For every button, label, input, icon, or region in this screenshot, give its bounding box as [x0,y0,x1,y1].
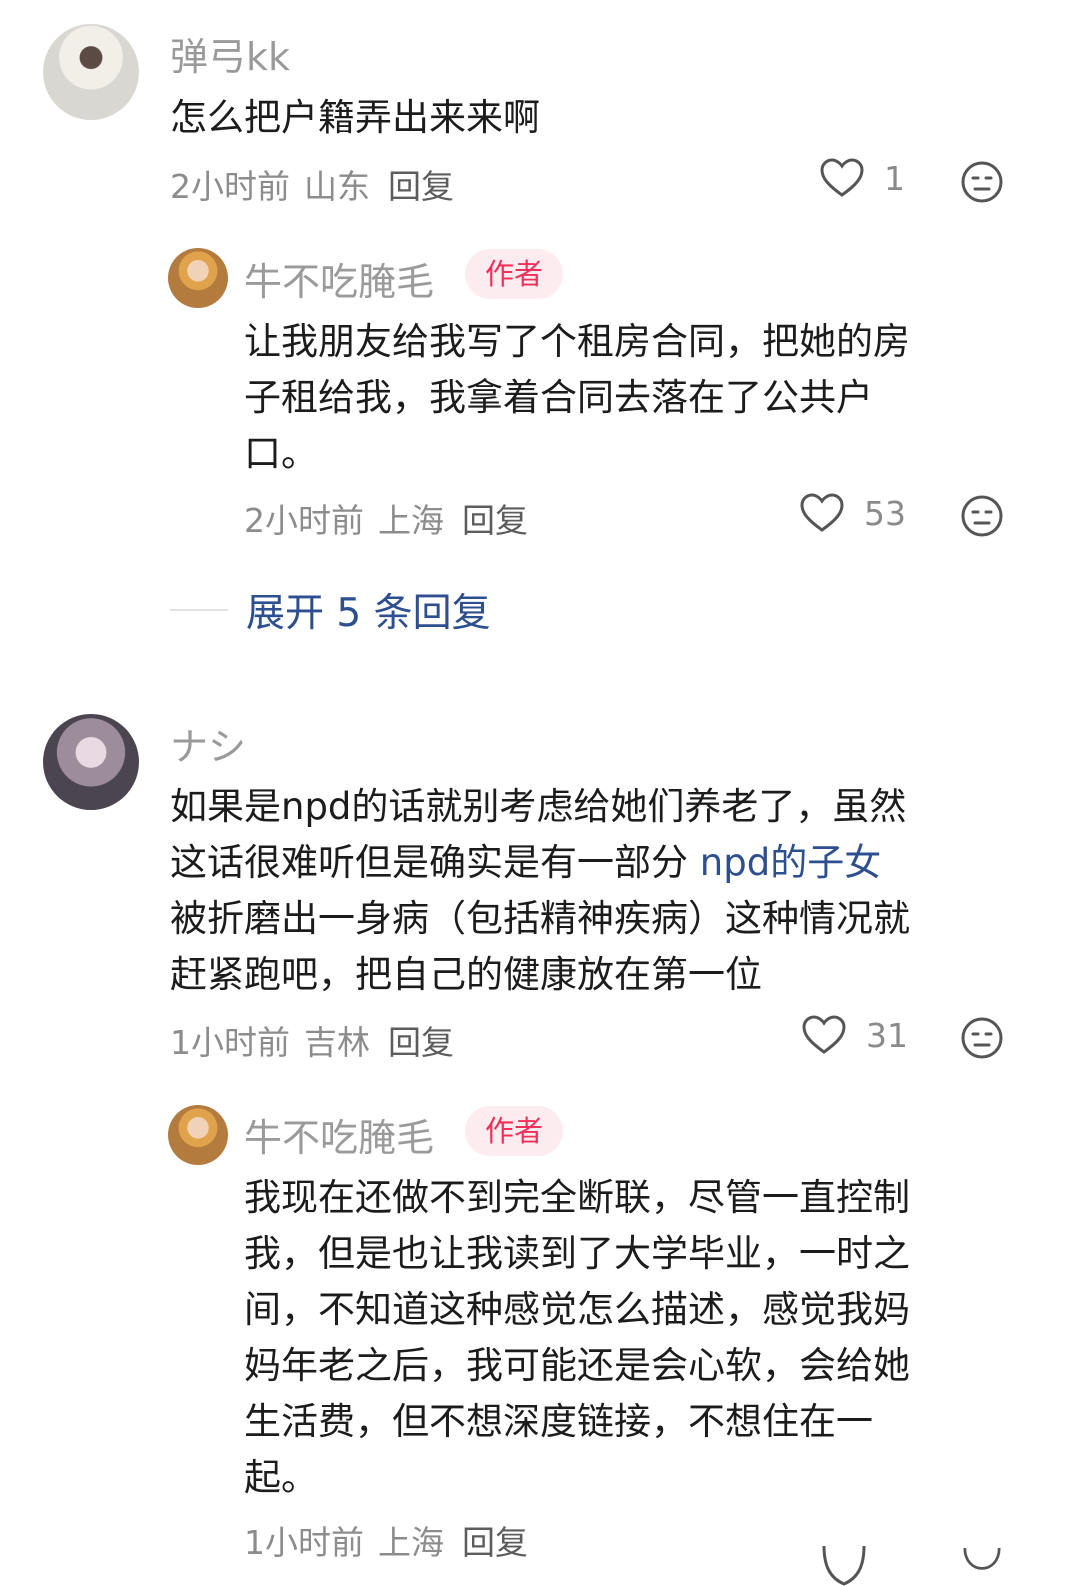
like-button[interactable]: 31 [802,1015,908,1055]
reply-location: 上海 [378,501,444,540]
reply-button[interactable]: 回复 [462,501,528,540]
reply-text-line: 我现在还做不到完全断联，尽管一直控制 [244,1176,910,1219]
avatar[interactable] [43,714,139,810]
avatar[interactable] [168,248,228,308]
topic-link[interactable]: npd的子女 [700,841,881,884]
comment-meta: 2小时前 山东 回复 [170,160,468,208]
comment-text: 怎么把户籍弄出来来啊 [170,90,540,146]
reply-text-line: 子租给我，我拿着合同去落在了公共户 [244,376,873,419]
heart-outline-icon [800,493,844,532]
heart-outline-icon [820,158,864,197]
reply-text-line: 我，但是也让我读到了大学毕业，一时之 [244,1232,910,1275]
reply-username[interactable]: 牛不吃腌毛 [244,251,434,306]
reply-text-line: 间，不知道这种感觉怎么描述，感觉我妈 [244,1288,910,1331]
reply-meta: 1小时前 上海 回复 [244,1516,542,1564]
author-badge: 作者 [465,249,564,299]
comment-location: 山东 [304,167,370,206]
comment-text-line: 赶紧跑吧，把自己的健康放在第一位 [170,953,762,996]
reply-button[interactable]: 回复 [388,1023,454,1062]
heart-outline-icon [802,1015,846,1054]
reply-text-line: 让我朋友给我写了个租房合同，把她的房 [244,320,910,363]
reply-meta: 2小时前 上海 回复 [244,494,542,542]
like-count: 53 [864,493,906,533]
neutral-face-icon[interactable] [961,1017,1003,1059]
reply-text-line: 起。 [244,1456,318,1499]
comment-text-line: 如果是npd的话就别考虑给她们养老了，虽然 [170,785,907,828]
divider-line [170,609,228,611]
reply-text-line: 妈年老之后，我可能还是会心软，会给她 [244,1344,910,1387]
reply-time: 2小时前 [244,501,364,540]
author-badge: 作者 [465,1106,564,1156]
reply-text-line: 生活费，但不想深度链接，不想住在一 [244,1400,873,1443]
comment-location: 吉林 [304,1023,370,1062]
comment-meta: 1小时前 吉林 回复 [170,1016,468,1064]
reply-time: 1小时前 [244,1523,364,1562]
comment-text: 如果是npd的话就别考虑给她们养老了，虽然 这话很难听但是确实是有一部分 npd… [170,779,910,1003]
like-button[interactable]: 53 [800,493,906,533]
reply-location: 上海 [378,1523,444,1562]
like-count: 1 [884,158,905,198]
expand-replies-button[interactable]: 展开 5 条回复 [170,582,491,638]
comment-text-line: 被折磨出一身病（包括精神疾病）这种情况就 [170,897,910,940]
neutral-face-icon[interactable] [961,1548,1003,1586]
like-count: 31 [866,1015,908,1055]
comment-time: 1小时前 [170,1023,290,1062]
reply-text: 我现在还做不到完全断联，尽管一直控制 我，但是也让我读到了大学毕业，一时之 间，… [244,1170,910,1506]
like-button[interactable]: 1 [820,158,905,198]
comment-text-line: 这话很难听但是确实是有一部分 npd的子女 [170,835,910,891]
comment-text-segment: 这话很难听但是确实是有一部分 [170,841,700,884]
comment-text-line: 怎么把户籍弄出来来啊 [170,96,540,139]
reply-button[interactable]: 回复 [462,1523,528,1562]
reply-button[interactable]: 回复 [388,167,454,206]
avatar[interactable] [43,24,139,120]
heart-outline-icon[interactable] [822,1546,866,1586]
comment-time: 2小时前 [170,167,290,206]
neutral-face-icon[interactable] [961,161,1003,203]
comment-username[interactable]: 弹弓kk [170,26,290,81]
neutral-face-icon[interactable] [961,495,1003,537]
reply-text-line: 口。 [244,432,318,475]
reply-text: 让我朋友给我写了个租房合同，把她的房 子租给我，我拿着合同去落在了公共户 口。 [244,314,910,482]
avatar[interactable] [168,1105,228,1165]
expand-replies-label: 展开 5 条回复 [246,591,491,636]
reply-username[interactable]: 牛不吃腌毛 [244,1107,434,1162]
comment-username[interactable]: ナシ [170,716,246,771]
